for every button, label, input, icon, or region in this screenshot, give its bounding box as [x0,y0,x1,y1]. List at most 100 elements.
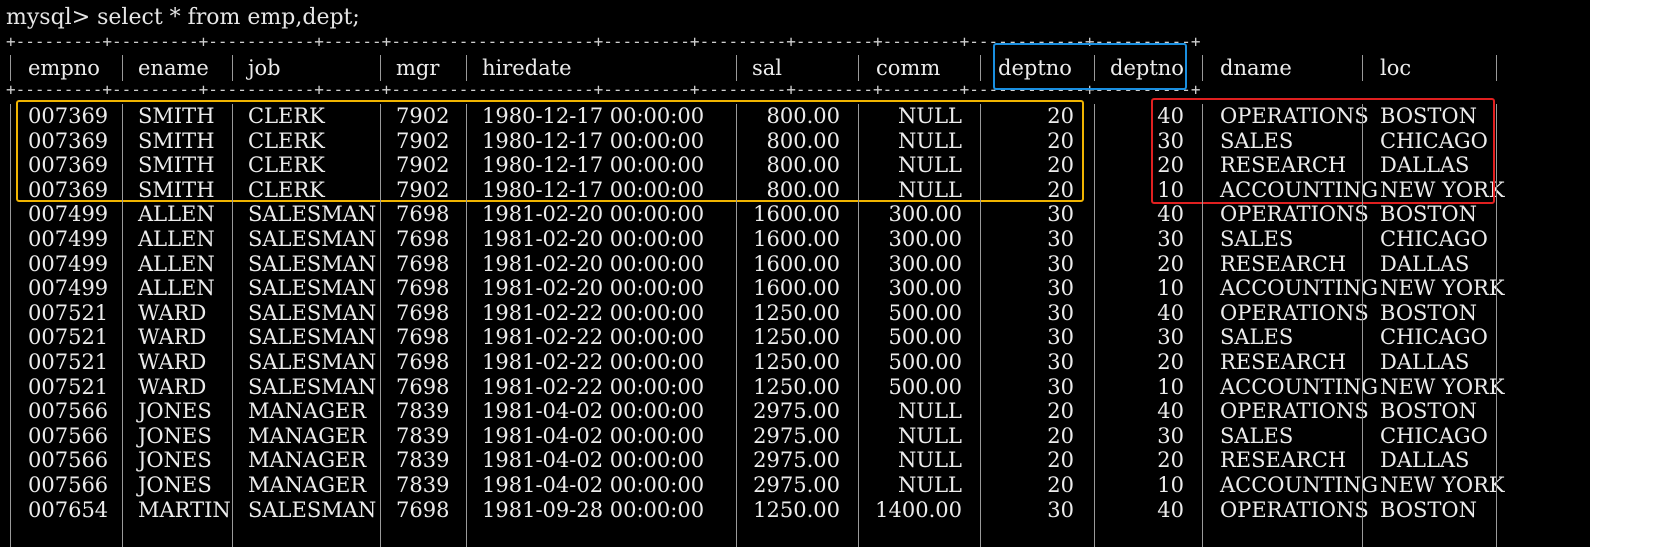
table-cell: 7698 [396,227,450,251]
table-cell: 30 [1157,325,1184,350]
table-cell: SALESMAN [248,300,377,325]
table-cell: NEW YORK [1380,276,1505,301]
table-cell: 7698 [396,300,450,325]
table-cell: 30 [1047,251,1074,276]
table-cell: 500.00 [888,300,962,325]
column-header[interactable]: hiredate [482,56,572,80]
table-cell: ALLEN [138,227,215,251]
table-cell: ACCOUNTING [1220,473,1379,497]
table-cell: 1981-02-20 00:00:00 [482,276,705,301]
table-cell: 1600.00 [753,227,840,251]
table-cell: 1250.00 [753,497,840,522]
table-cell: 30 [1047,300,1074,325]
column-separator [1362,55,1363,81]
column-separator [980,55,981,81]
table-cell: 10 [1157,276,1184,301]
table-cell: SALESMAN [248,497,377,522]
table-cell: 20 [1047,473,1074,497]
table-cell: 20 [1157,448,1184,473]
table-cell: 300.00 [888,251,962,276]
table-cell: 7698 [396,497,450,522]
table-cell: ALLEN [138,251,215,276]
column-separator [380,104,381,547]
table-cell: BOSTON [1380,202,1478,227]
table-cell: 1600.00 [753,251,840,276]
table-cell: NULL [898,399,962,424]
table-cell: NULL [898,473,962,497]
table-cell: 7698 [396,374,450,399]
table-cell: 1981-09-28 00:00:00 [482,497,705,522]
column-separator [1094,55,1095,81]
column-header[interactable]: mgr [396,56,439,80]
table-cell: 300.00 [888,202,962,227]
table-cell: 30 [1047,202,1074,227]
table-cell: 20 [1047,399,1074,424]
table-cell: SALESMAN [248,325,377,350]
table-cell: 10 [1157,473,1184,497]
column-header[interactable]: job [248,56,281,80]
table-cell: SALESMAN [248,276,377,301]
column-separator [10,104,11,547]
table-cell: 7698 [396,325,450,350]
table-cell: 500.00 [888,325,962,350]
table-cell: 30 [1047,350,1074,374]
table-cell: 7839 [396,448,450,473]
table-cell: 2975.00 [753,448,840,473]
column-separator [736,55,737,81]
table-cell: 1981-04-02 00:00:00 [482,423,705,448]
table-cell: RESEARCH [1220,251,1347,276]
screenshot-canvas: mysql> select * from emp,dept; +--------… [0,0,1660,547]
table-cell: 1981-02-22 00:00:00 [482,374,705,399]
table-cell: 30 [1047,325,1074,350]
table-cell: 40 [1157,300,1184,325]
column-header[interactable]: comm [876,56,940,80]
table-cell: MANAGER [248,473,367,497]
table-cell: MANAGER [248,399,367,424]
table-cell: 500.00 [888,374,962,399]
table-cell: CHICAGO [1380,325,1488,350]
column-separator [1362,104,1363,547]
column-separator [122,104,123,547]
table-cell: WARD [138,300,207,325]
table-cell: NULL [898,423,962,448]
table-cell: 500.00 [888,350,962,374]
column-separator [1202,55,1203,81]
table-cell: 1250.00 [753,374,840,399]
table-cell: 007521 [28,300,109,325]
table-cell: 30 [1157,423,1184,448]
table-cell: 1981-02-22 00:00:00 [482,325,705,350]
table-cell: 30 [1157,227,1184,251]
table-cell: WARD [138,374,207,399]
column-separator [1496,55,1497,81]
table-cell: 1250.00 [753,300,840,325]
table-cell: 20 [1047,448,1074,473]
table-cell: 1250.00 [753,350,840,374]
column-separator [122,55,123,81]
column-header[interactable]: loc [1380,56,1411,80]
table-cell: 7839 [396,423,450,448]
table-cell: 1400.00 [875,497,962,522]
table-cell: OPERATIONS [1220,497,1369,522]
table-cell: 2975.00 [753,399,840,424]
highlight-box-emp-rows [16,100,1084,202]
table-cell: 1981-04-02 00:00:00 [482,473,705,497]
table-cell: CHICAGO [1380,227,1488,251]
table-cell: DALLAS [1380,251,1470,276]
table-cell: SALESMAN [248,251,377,276]
table-cell: DALLAS [1380,350,1470,374]
column-header[interactable]: empno [28,56,100,80]
column-separator [980,104,981,547]
table-cell: 2975.00 [753,473,840,497]
table-cell: JONES [138,423,212,448]
table-cell: WARD [138,350,207,374]
table-cell: ALLEN [138,276,215,301]
table-cell: 30 [1047,227,1074,251]
table-cell: SALESMAN [248,374,377,399]
column-header[interactable]: ename [138,56,209,80]
column-header[interactable]: sal [752,56,782,80]
terminal-window: mysql> select * from emp,dept; +--------… [0,0,1590,547]
column-header[interactable]: dname [1220,56,1292,80]
table-cell: 7839 [396,473,450,497]
table-cell: RESEARCH [1220,350,1347,374]
table-cell: ACCOUNTING [1220,374,1379,399]
